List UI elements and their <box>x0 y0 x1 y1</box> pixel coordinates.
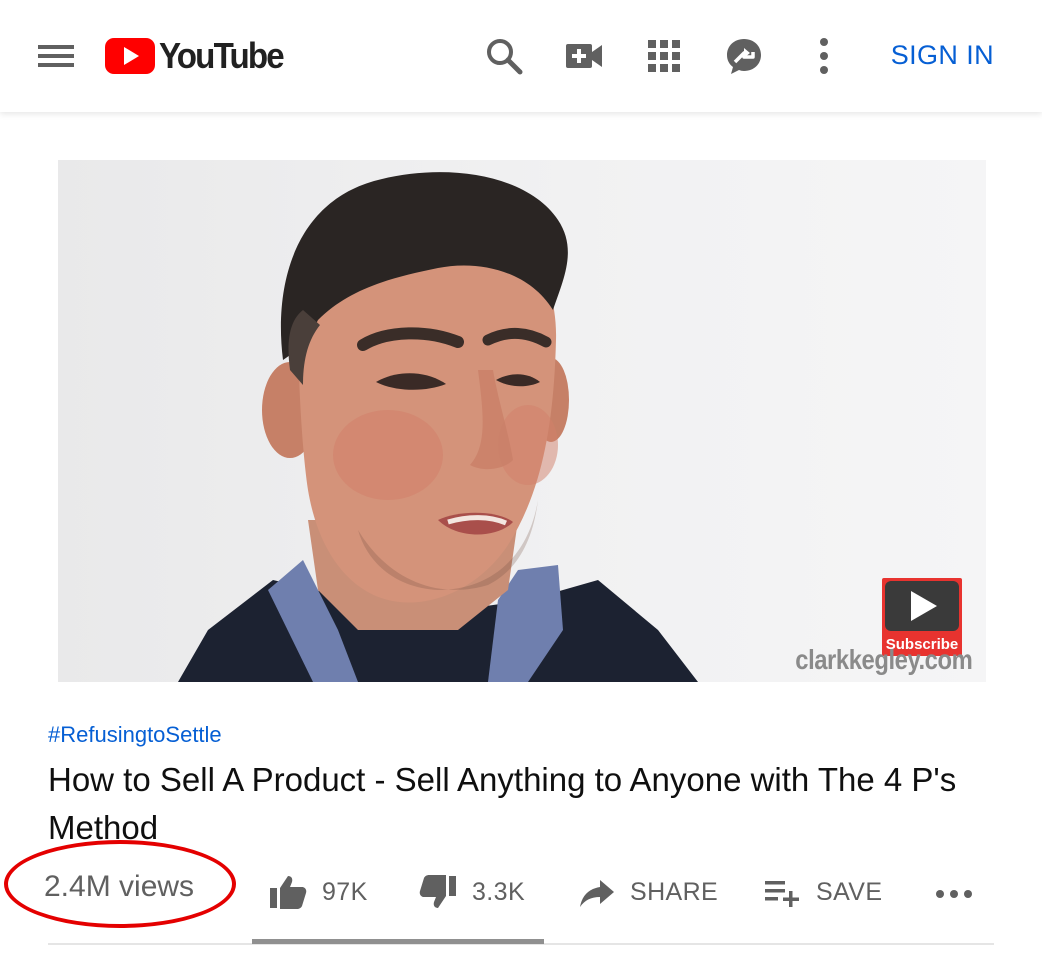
share-button[interactable]: SHARE <box>578 866 718 918</box>
dislike-count: 3.3K <box>472 877 526 906</box>
create-video-icon[interactable] <box>564 36 604 76</box>
subscribe-play-tile <box>885 581 959 631</box>
share-arrow-icon <box>580 880 614 907</box>
save-button[interactable]: SAVE <box>762 866 882 918</box>
hashtag-link[interactable]: #RefusingtoSettle <box>48 722 222 748</box>
apps-grid-icon[interactable] <box>644 36 684 76</box>
youtube-logo-icon <box>105 38 155 74</box>
more-vert-icon[interactable] <box>804 36 844 76</box>
more-horiz-icon <box>936 890 972 898</box>
scroll-indicator <box>252 939 544 944</box>
youtube-logo[interactable]: YouTube <box>105 35 294 76</box>
more-actions-button[interactable] <box>934 866 974 918</box>
logo-text: YouTube <box>159 35 285 76</box>
top-app-bar: YouTube SIGN IN <box>0 0 1042 112</box>
video-frame-person <box>178 172 698 682</box>
save-label: SAVE <box>816 877 883 906</box>
playlist-add-icon <box>765 881 799 907</box>
sign-in-button[interactable]: SIGN IN <box>891 40 994 71</box>
video-player[interactable]: Subscribe clarkkegley.com <box>58 160 986 682</box>
share-label: SHARE <box>630 877 719 906</box>
video-title[interactable]: How to Sell A Product - Sell Anything to… <box>48 756 998 852</box>
dislike-button[interactable]: 3.3K <box>418 866 525 918</box>
play-icon <box>911 591 937 621</box>
like-button[interactable]: 97K <box>268 866 368 918</box>
like-count: 97K <box>322 877 368 906</box>
messages-icon[interactable] <box>724 36 764 76</box>
menu-icon[interactable] <box>36 42 76 70</box>
view-count: 2.4M views <box>44 870 195 903</box>
search-icon[interactable] <box>484 36 524 76</box>
thumbs-down-icon <box>419 875 456 908</box>
channel-watermark: clarkkegley.com <box>794 644 973 675</box>
thumbs-up-icon <box>270 876 307 909</box>
